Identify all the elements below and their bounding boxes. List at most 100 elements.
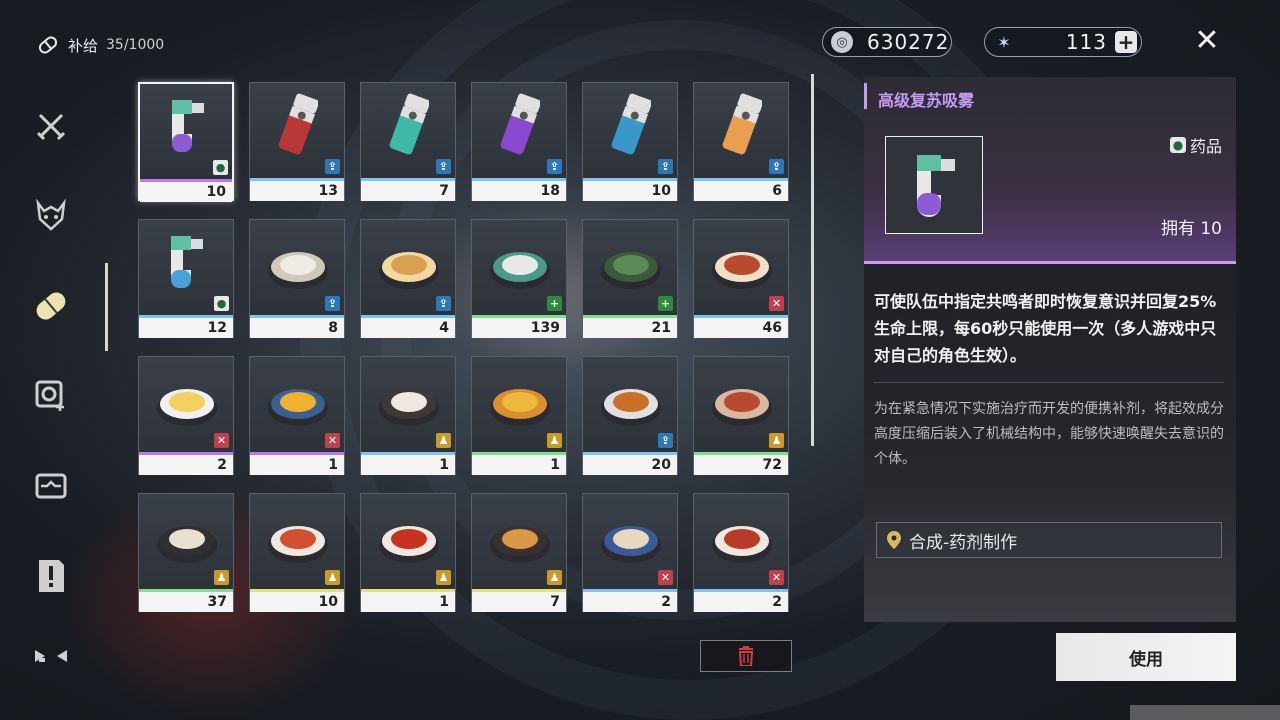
item-count: 20 bbox=[583, 455, 677, 475]
inventory-slot[interactable]: ✕ 2 bbox=[693, 493, 789, 612]
item-type-icon: ♟ bbox=[214, 570, 229, 585]
inventory-slot[interactable]: ♟ 1 bbox=[360, 356, 456, 475]
sidebar-item-quest[interactable] bbox=[26, 554, 76, 598]
item-count: 7 bbox=[361, 181, 455, 201]
item-art bbox=[154, 92, 222, 162]
sidebar-item-resources[interactable] bbox=[26, 464, 76, 508]
location-pin-icon bbox=[887, 531, 901, 549]
inventory-slot[interactable]: ● 10 bbox=[138, 82, 234, 202]
item-type-icon: ♟ bbox=[547, 433, 562, 448]
use-button[interactable]: 使用 bbox=[1056, 633, 1236, 681]
item-art bbox=[264, 91, 332, 161]
add-energy-button[interactable]: + bbox=[1115, 30, 1137, 54]
gear-plus-icon bbox=[35, 380, 64, 411]
item-type-icon: ♟ bbox=[769, 433, 784, 448]
item-type-icon: ⇪ bbox=[547, 159, 562, 174]
close-icon[interactable]: ✕ bbox=[1190, 24, 1224, 58]
item-title: 高级复苏吸雾 bbox=[878, 91, 975, 110]
inventory-slot[interactable]: ⇪ 8 bbox=[249, 219, 345, 338]
item-type-icon: ⇪ bbox=[658, 159, 673, 174]
item-art bbox=[375, 91, 443, 161]
shell-credit-value: 630272 bbox=[867, 30, 950, 54]
owned-count: 拥有 10 bbox=[1160, 219, 1222, 239]
item-type-icon: ⇪ bbox=[325, 296, 340, 311]
inventory-slot[interactable]: ♟ 37 bbox=[138, 493, 234, 612]
item-count: 21 bbox=[583, 318, 677, 338]
item-art bbox=[153, 228, 221, 298]
inventory-slot[interactable]: ⇪ 7 bbox=[360, 82, 456, 201]
inventory-slot[interactable]: +139 bbox=[471, 219, 567, 338]
inventory-slot[interactable]: ⇪ 10 bbox=[582, 82, 678, 201]
item-category-label: 药品 bbox=[1189, 137, 1222, 156]
item-count: 46 bbox=[694, 318, 788, 338]
sidebar-item-special[interactable] bbox=[26, 634, 76, 678]
item-count: 10 bbox=[140, 182, 232, 202]
item-art bbox=[153, 365, 221, 435]
inventory-slot[interactable]: ⇪ 18 bbox=[471, 82, 567, 201]
item-type-icon: ✕ bbox=[658, 570, 673, 585]
supply-label: 补给 bbox=[68, 36, 99, 55]
item-count: 12 bbox=[139, 318, 233, 338]
inventory-slot[interactable]: ⇪ 4 bbox=[360, 219, 456, 338]
supply-count: 35/1000 bbox=[106, 37, 165, 53]
item-art bbox=[486, 228, 554, 298]
sidebar-item-materials[interactable] bbox=[26, 374, 76, 418]
item-art bbox=[264, 502, 332, 572]
inventory-slot[interactable]: ♟ 72 bbox=[693, 356, 789, 475]
inventory-slot[interactable]: +21 bbox=[582, 219, 678, 338]
supply-capsule-icon bbox=[38, 36, 58, 54]
detail-body: 可使队伍中指定共鸣者即时恢复意识并回复25%生命上限，每60秒只能使用一次（多人… bbox=[864, 264, 1236, 622]
grid-scrollbar[interactable] bbox=[811, 74, 814, 446]
item-flavor-text: 为在紧急情况下实施治疗而开发的便携补剂，将起效成分高度压缩后装入了机械结构中，能… bbox=[874, 401, 1224, 467]
item-art bbox=[708, 502, 776, 572]
item-type-icon: + bbox=[658, 296, 673, 311]
sidebar-item-echoes[interactable] bbox=[26, 194, 76, 238]
inventory-slot[interactable]: ⇪ 6 bbox=[693, 82, 789, 201]
inventory-slot[interactable]: ⇪ 20 bbox=[582, 356, 678, 475]
detail-header: 高级复苏吸雾 ● 药品 拥有 10 bbox=[864, 77, 1236, 263]
sidebar-item-weapons[interactable] bbox=[26, 104, 76, 148]
obtain-source-link[interactable]: 合成-药剂制作 bbox=[876, 522, 1222, 558]
item-preview bbox=[885, 136, 983, 234]
item-art bbox=[597, 228, 665, 298]
inventory-slot[interactable]: ⇪ 13 bbox=[249, 82, 345, 201]
sidebar-item-supplies[interactable] bbox=[26, 284, 76, 328]
inventory-slot[interactable]: ✕ 46 bbox=[693, 219, 789, 338]
item-type-icon: ♟ bbox=[325, 570, 340, 585]
inventory-slot[interactable]: ✕ 1 bbox=[249, 356, 345, 475]
obtain-source-label: 合成-药剂制作 bbox=[909, 532, 1018, 553]
item-art bbox=[264, 365, 332, 435]
item-count: 72 bbox=[694, 455, 788, 475]
inventory-slot[interactable]: ✕ 2 bbox=[582, 493, 678, 612]
item-art bbox=[597, 502, 665, 572]
item-count: 8 bbox=[250, 318, 344, 338]
item-type-icon: ✕ bbox=[214, 433, 229, 448]
item-count: 2 bbox=[694, 592, 788, 612]
inventory-slot[interactable]: ● 12 bbox=[138, 219, 234, 338]
discard-button[interactable] bbox=[700, 640, 792, 672]
item-category: ● 药品 bbox=[1169, 133, 1222, 157]
demon-mask-icon bbox=[36, 198, 66, 231]
inhaler-icon bbox=[917, 155, 955, 217]
item-count: 13 bbox=[250, 181, 344, 201]
item-type-icon: ✕ bbox=[325, 433, 340, 448]
item-art bbox=[486, 365, 554, 435]
inventory-slot[interactable]: ♟ 1 bbox=[360, 493, 456, 612]
item-art bbox=[708, 365, 776, 435]
inventory-slot[interactable]: ✕ 2 bbox=[138, 356, 234, 475]
energy-counter: ✶ 113 + bbox=[984, 27, 1142, 57]
item-count: 4 bbox=[361, 318, 455, 338]
item-type-icon: ♟ bbox=[547, 570, 562, 585]
item-type-icon: ● bbox=[214, 296, 229, 311]
inventory-slot[interactable]: ♟ 10 bbox=[249, 493, 345, 612]
item-detail-panel: 高级复苏吸雾 ● 药品 拥有 10 可使队伍中指定共鸣者即时恢复意识并回复25%… bbox=[864, 77, 1236, 622]
arrows-icon bbox=[35, 650, 67, 662]
item-count: 1 bbox=[250, 455, 344, 475]
item-count: 2 bbox=[139, 455, 233, 475]
item-count: 1 bbox=[361, 455, 455, 475]
inventory-slot[interactable]: ♟ 7 bbox=[471, 493, 567, 612]
item-type-icon: ✕ bbox=[769, 570, 784, 585]
item-count: 18 bbox=[472, 181, 566, 201]
inventory-slot[interactable]: ♟ 1 bbox=[471, 356, 567, 475]
item-type-icon: ⇪ bbox=[436, 296, 451, 311]
